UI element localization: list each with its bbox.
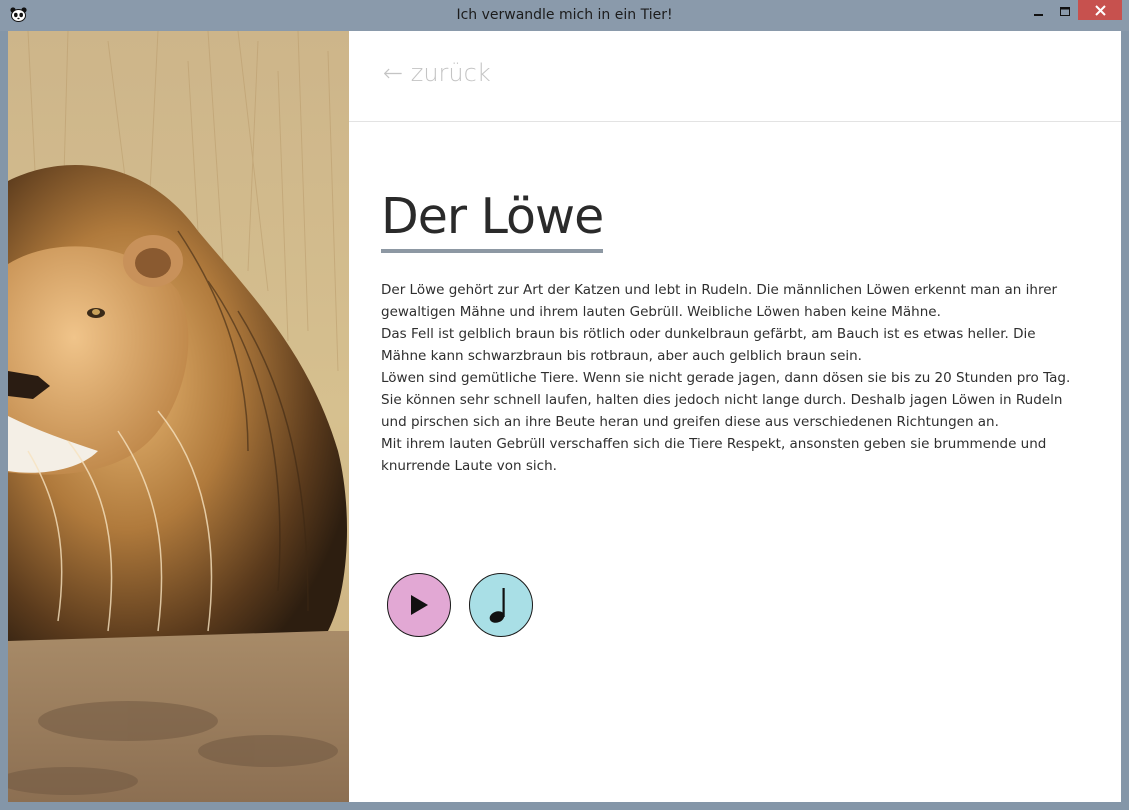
play-button[interactable] [387,573,451,637]
description-paragraph: Der Löwe gehört zur Art der Katzen und l… [381,282,1058,320]
maximize-icon [1059,7,1070,16]
lion-photo [8,31,349,802]
music-note-icon [489,588,505,623]
description-paragraph: Das Fell ist gelblich braun bis rötlich … [381,326,1036,364]
close-button[interactable] [1078,0,1122,20]
animal-title: Der Löwe [381,187,604,253]
description-paragraph: Löwen sind gemütliche Tiere. Wenn sie ni… [381,370,1071,430]
window-title: Ich verwandle mich in ein Tier! [456,7,673,23]
close-icon [1094,4,1106,16]
app-content: ← zurück Der Löwe Der Löwe gehört zur Ar… [8,31,1121,802]
sound-button[interactable] [469,573,533,637]
lion-image [8,31,349,802]
maximize-button[interactable] [1052,2,1078,22]
animal-description: Der Löwe gehört zur Art der Katzen und l… [381,279,1081,477]
description-paragraph: Mit ihrem lauten Gebrüll verschaffen sic… [381,436,1047,474]
app-window: Ich verwandle mich in ein Tier! ← zurück… [0,0,1129,810]
title-bar[interactable]: Ich verwandle mich in ein Tier! [0,0,1129,31]
info-panel: ← zurück Der Löwe Der Löwe gehört zur Ar… [349,31,1121,802]
header-divider [349,121,1121,122]
back-link[interactable]: ← zurück [383,59,491,87]
minimize-icon [1034,14,1043,16]
minimize-button[interactable] [1026,2,1052,22]
play-icon [411,595,428,615]
